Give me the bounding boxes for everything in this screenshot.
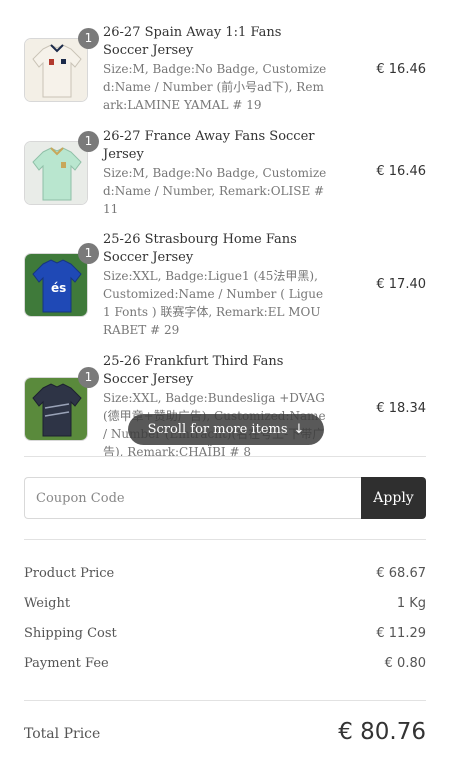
product-variant: Size:M, Badge:No Badge, Customized:Name … (103, 62, 327, 112)
summary-row-weight: Weight 1 Kg (24, 594, 426, 614)
product-image (24, 377, 88, 441)
quantity-badge: 1 (78, 367, 99, 388)
total-price-value: € 80.76 (338, 719, 426, 745)
arrow-down-icon: ↓ (293, 422, 305, 437)
summary-value: € 0.80 (384, 656, 426, 671)
quantity-badge: 1 (78, 28, 99, 49)
product-image (24, 38, 88, 102)
jersey-icon: és (25, 254, 87, 316)
product-variant: Size:XXL, Badge:Ligue1 (45法甲黑), Customiz… (103, 269, 324, 337)
cart-items-list[interactable]: 1 26-27 Spain Away 1:1 Fans Soccer Jerse… (0, 0, 461, 456)
summary-value: € 11.29 (376, 626, 426, 641)
product-title: 26-27 Spain Away 1:1 Fans Soccer Jersey (103, 25, 282, 58)
product-image (24, 141, 88, 205)
summary-label: Weight (24, 596, 71, 611)
apply-coupon-button[interactable]: Apply (361, 477, 426, 519)
product-name: 26-27 France Away Fans Soccer Jersey Siz… (103, 128, 327, 218)
divider (24, 539, 426, 540)
product-title: 25-26 Strasbourg Home Fans Soccer Jersey (103, 232, 297, 265)
cart-item: és 1 25-26 Strasbourg Home Fans Soccer J… (24, 231, 426, 341)
quantity-badge: 1 (78, 243, 99, 264)
cart-item: 1 26-27 France Away Fans Soccer Jersey S… (24, 128, 426, 228)
item-price: € 17.40 (376, 277, 426, 292)
total-price-label: Total Price (24, 726, 101, 742)
scroll-more-button[interactable]: Scroll for more items ↓ (128, 414, 324, 445)
summary-row-shipping-cost: Shipping Cost € 11.29 (24, 624, 426, 644)
product-image: és (24, 253, 88, 317)
jersey-icon (25, 142, 87, 204)
total-price-row: Total Price € 80.76 (24, 719, 426, 751)
summary-row-payment-fee: Payment Fee € 0.80 (24, 654, 426, 674)
divider (24, 700, 426, 701)
summary-row-product-price: Product Price € 68.67 (24, 564, 426, 584)
jersey-icon (25, 378, 87, 440)
svg-text:és: és (51, 281, 66, 295)
product-title: 25-26 Frankfurt Third Fans Soccer Jersey (103, 354, 284, 387)
product-name: 25-26 Strasbourg Home Fans Soccer Jersey… (103, 231, 327, 339)
item-price: € 16.46 (376, 164, 426, 179)
jersey-icon (25, 39, 87, 101)
coupon-form: Apply (24, 477, 426, 519)
divider (24, 456, 426, 457)
coupon-code-input[interactable] (24, 477, 362, 519)
quantity-badge: 1 (78, 131, 99, 152)
summary-label: Payment Fee (24, 656, 109, 671)
item-price: € 16.46 (376, 62, 426, 77)
product-title: 26-27 France Away Fans Soccer Jersey (103, 129, 315, 162)
summary-value: € 68.67 (376, 566, 426, 581)
summary-value: 1 Kg (396, 596, 426, 611)
summary-label: Shipping Cost (24, 626, 117, 641)
summary-label: Product Price (24, 566, 115, 581)
cart-item: 1 26-27 Spain Away 1:1 Fans Soccer Jerse… (24, 24, 426, 124)
product-name: 26-27 Spain Away 1:1 Fans Soccer Jersey … (103, 24, 327, 114)
item-price: € 18.34 (376, 401, 426, 416)
scroll-hint-label: Scroll for more items (147, 422, 288, 437)
product-variant: Size:M, Badge:No Badge, Customized:Name … (103, 166, 327, 216)
